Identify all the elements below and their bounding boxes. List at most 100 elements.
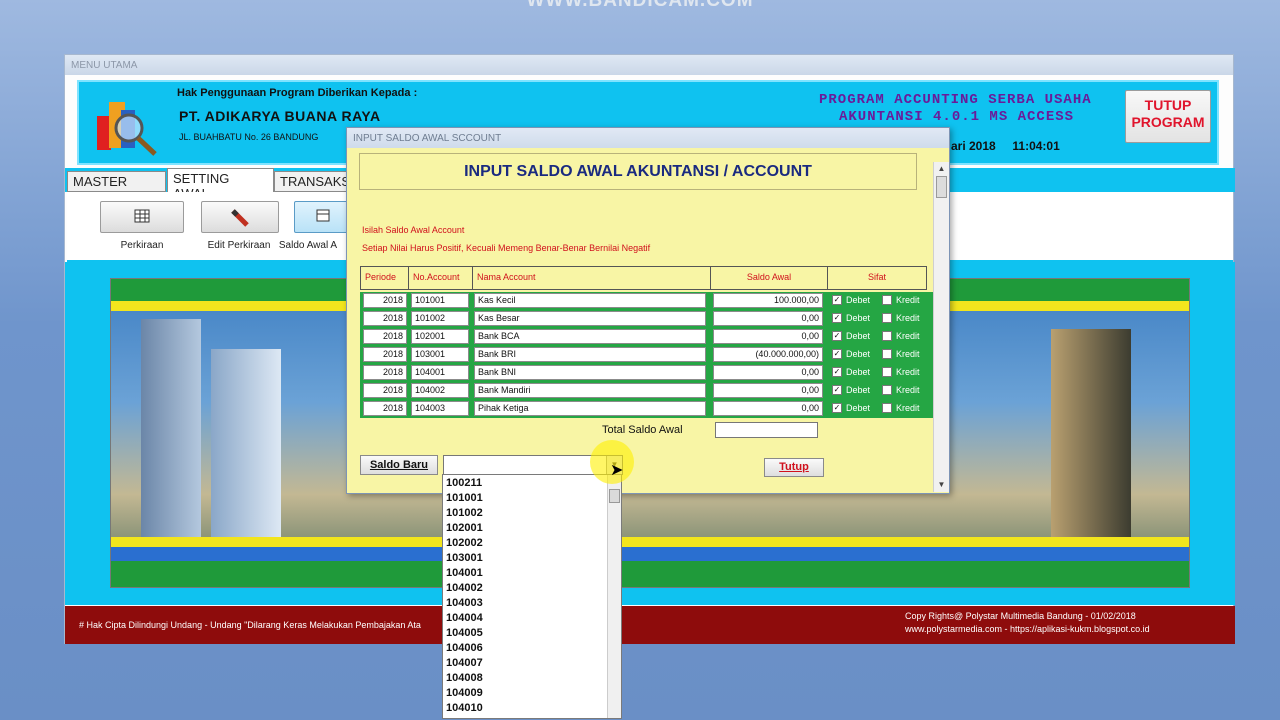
cell-name[interactable]: Bank BRI (474, 347, 706, 362)
table-row: 2018 104003 Pihak Ketiga 0,00 ✓ Debet Kr… (360, 400, 933, 418)
tab-master-data[interactable]: MASTER DATA (67, 171, 166, 204)
credit-label: Kredit (896, 385, 920, 395)
company-name: PT. ADIKARYA BUANA RAYA (179, 108, 381, 124)
dropdown-scroll-thumb[interactable] (609, 489, 620, 503)
app-logo-icon (97, 102, 157, 156)
edit-perkiraan-button[interactable] (201, 201, 279, 233)
footer-copyright: Copy Rights@ Polystar Multimedia Bandung… (905, 611, 1136, 621)
scroll-thumb[interactable] (936, 176, 947, 198)
tutup-button[interactable]: Tutup (764, 458, 824, 477)
debit-checkbox[interactable]: ✓ (832, 367, 842, 377)
perkiraan-label: Perkiraan (120, 240, 164, 251)
banner-stripe-bottom (111, 561, 1189, 587)
debit-checkbox[interactable]: ✓ (832, 385, 842, 395)
credit-checkbox[interactable] (882, 313, 892, 323)
list-item[interactable]: 100211 (446, 477, 482, 489)
scroll-down-icon[interactable]: ▼ (934, 478, 949, 492)
dialog-scrollbar[interactable]: ▲ ▼ (933, 162, 949, 492)
cell-periode[interactable]: 2018 (363, 365, 407, 380)
cell-saldo[interactable]: 100.000,00 (713, 293, 823, 308)
cell-name[interactable]: Bank BCA (474, 329, 706, 344)
date-text: ari 2018 (951, 139, 996, 153)
close-program-button[interactable]: TUTUP PROGRAM (1125, 90, 1211, 143)
cell-account[interactable]: 101001 (411, 293, 469, 308)
cell-saldo[interactable]: 0,00 (713, 365, 823, 380)
cell-name[interactable]: Kas Kecil (474, 293, 706, 308)
debit-checkbox[interactable]: ✓ (832, 331, 842, 341)
watermark: WWW.BANDICAM.COM (526, 0, 754, 11)
list-item[interactable]: 104005 (446, 627, 483, 639)
credit-checkbox[interactable] (882, 331, 892, 341)
scroll-up-icon[interactable]: ▲ (934, 162, 949, 176)
cell-periode[interactable]: 2018 (363, 311, 407, 326)
cell-periode[interactable]: 2018 (363, 293, 407, 308)
credit-checkbox[interactable] (882, 403, 892, 413)
cell-periode[interactable]: 2018 (363, 401, 407, 416)
debit-label: Debet (846, 331, 871, 341)
cell-account[interactable]: 104002 (411, 383, 469, 398)
cell-account[interactable]: 104003 (411, 401, 469, 416)
note-fill-balance: Isilah Saldo Awal Account (362, 225, 465, 235)
cell-account[interactable]: 102001 (411, 329, 469, 344)
cell-periode[interactable]: 2018 (363, 329, 407, 344)
program-version: AKUNTANSI 4.0.1 MS ACCESS (839, 109, 1075, 125)
cell-saldo[interactable]: 0,00 (713, 383, 823, 398)
list-item[interactable]: 104003 (446, 597, 483, 609)
note-positive-values: Setiap Nilai Harus Positif, Kecuali Meme… (362, 243, 651, 253)
list-item[interactable]: 104008 (446, 672, 483, 684)
footer: # Hak Cipta Dilindungi Undang - Undang "… (65, 606, 1235, 644)
credit-checkbox[interactable] (882, 295, 892, 305)
list-item[interactable]: 104009 (446, 687, 483, 699)
cell-saldo[interactable]: 0,00 (713, 401, 823, 416)
list-item[interactable]: 104001 (446, 567, 483, 579)
cell-account[interactable]: 101002 (411, 311, 469, 326)
col-no-account: No.Account (409, 267, 473, 289)
list-item[interactable]: 102001 (446, 522, 483, 534)
dropdown-scrollbar[interactable] (607, 475, 621, 718)
filter-table-icon (316, 209, 330, 222)
debit-checkbox[interactable]: ✓ (832, 295, 842, 305)
list-item[interactable]: 104007 (446, 657, 483, 669)
perkiraan-button[interactable] (100, 201, 184, 233)
saldo-awal-button[interactable] (294, 201, 354, 233)
cell-name[interactable]: Bank BNI (474, 365, 706, 380)
tab-transaksi[interactable]: TRANSAKSI (274, 171, 354, 192)
cell-periode[interactable]: 2018 (363, 383, 407, 398)
cell-account[interactable]: 104001 (411, 365, 469, 380)
debit-label: Debet (846, 403, 871, 413)
col-nama-account: Nama Account (473, 267, 711, 289)
table-row: 2018 102001 Bank BCA 0,00 ✓ Debet Kredit (360, 328, 933, 346)
list-item[interactable]: 104002 (446, 582, 483, 594)
debit-label: Debet (846, 295, 871, 305)
saldo-baru-button[interactable]: Saldo Baru (360, 455, 438, 475)
list-item[interactable]: 104004 (446, 612, 483, 624)
banner-stripe-bottom-blue (111, 547, 1189, 561)
credit-checkbox[interactable] (882, 385, 892, 395)
list-item[interactable]: 104010 (446, 702, 483, 714)
list-item[interactable]: 101002 (446, 507, 483, 519)
cell-account[interactable]: 103001 (411, 347, 469, 362)
account-dropdown-list[interactable]: 100211 101001 101002 102001 102002 10300… (442, 474, 622, 719)
list-item[interactable]: 102002 (446, 537, 483, 549)
cell-saldo[interactable]: 0,00 (713, 311, 823, 326)
dialog-title: INPUT SALDO AWAL SCCOUNT (347, 128, 949, 148)
list-item[interactable]: 101001 (446, 492, 483, 504)
cell-name[interactable]: Kas Besar (474, 311, 706, 326)
cell-periode[interactable]: 2018 (363, 347, 407, 362)
list-item[interactable]: 103001 (446, 552, 483, 564)
credit-checkbox[interactable] (882, 367, 892, 377)
credit-checkbox[interactable] (882, 349, 892, 359)
footer-websites: www.polystarmedia.com - https://aplikasi… (905, 624, 1150, 634)
cell-saldo[interactable]: 0,00 (713, 329, 823, 344)
debit-checkbox[interactable]: ✓ (832, 349, 842, 359)
debit-checkbox[interactable]: ✓ (832, 403, 842, 413)
tab-setting-awal[interactable]: SETTING AWAL (167, 168, 274, 201)
date-time: ari 2018 11:04:01 (951, 139, 1060, 153)
cell-name[interactable]: Pihak Ketiga (474, 401, 706, 416)
list-item[interactable]: 104006 (446, 642, 483, 654)
cell-name[interactable]: Bank Mandiri (474, 383, 706, 398)
pencil-icon (231, 209, 249, 227)
debit-checkbox[interactable]: ✓ (832, 313, 842, 323)
saldo-awal-dialog: INPUT SALDO AWAL SCCOUNT INPUT SALDO AWA… (346, 127, 950, 494)
cell-saldo[interactable]: (40.000.000,00) (713, 347, 823, 362)
